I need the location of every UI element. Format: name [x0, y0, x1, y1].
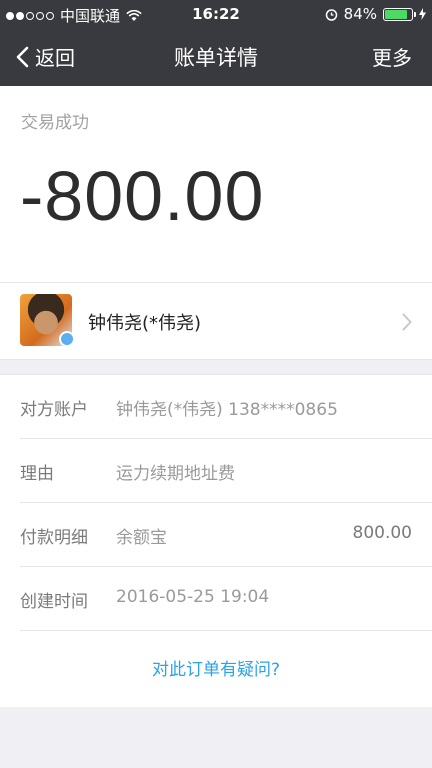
transaction-amount: -800.00: [20, 157, 265, 235]
alarm-clock-icon: [325, 8, 337, 21]
detail-list: 对方账户 钟伟尧(*伟尧) 138****0865 理由 运力续期地址费 付款明…: [0, 374, 432, 707]
transaction-status: 交易成功: [21, 113, 89, 133]
question-row: 对此订单有疑问?: [0, 631, 432, 707]
more-button[interactable]: 更多: [372, 42, 412, 71]
detail-label: 付款明细: [20, 528, 88, 548]
bill-detail-content: 交易成功 -800.00 钟伟尧(*伟尧) 对方账户 钟伟尧(*伟尧) 138*…: [0, 86, 432, 707]
charging-icon: [419, 8, 426, 20]
detail-amount: 800.00: [352, 523, 412, 543]
battery-percent: 84%: [343, 5, 377, 23]
detail-value: 余额宝: [116, 528, 167, 548]
detail-row-counterparty: 对方账户 钟伟尧(*伟尧) 138****0865: [20, 375, 432, 439]
detail-label: 创建时间: [20, 592, 88, 612]
transaction-summary: 交易成功 -800.00: [0, 86, 432, 283]
detail-value: 2016-05-25 19:04: [116, 587, 270, 607]
battery-icon: [383, 7, 416, 21]
detail-label: 理由: [20, 464, 54, 484]
order-question-link[interactable]: 对此订单有疑问?: [152, 655, 280, 680]
verified-badge-icon: [59, 331, 75, 347]
status-right: 84%: [325, 5, 426, 23]
payee-row[interactable]: 钟伟尧(*伟尧): [0, 283, 432, 360]
status-bar: 中国联通 16:22 84%: [0, 0, 432, 28]
chevron-right-icon: [402, 313, 412, 331]
detail-value: 运力续期地址费: [116, 464, 235, 484]
detail-row-payment: 付款明细 余额宝 800.00: [20, 503, 432, 567]
detail-row-reason: 理由 运力续期地址费: [20, 439, 432, 503]
detail-label: 对方账户: [20, 400, 88, 420]
payee-name: 钟伟尧(*伟尧): [88, 313, 202, 334]
detail-value: 钟伟尧(*伟尧) 138****0865: [116, 400, 338, 420]
navigation-bar: 返回 账单详情 更多: [0, 28, 432, 86]
page-title: 账单详情: [174, 46, 258, 70]
battery-fill: [385, 9, 407, 19]
detail-row-created-time: 创建时间 2016-05-25 19:04: [20, 567, 432, 631]
